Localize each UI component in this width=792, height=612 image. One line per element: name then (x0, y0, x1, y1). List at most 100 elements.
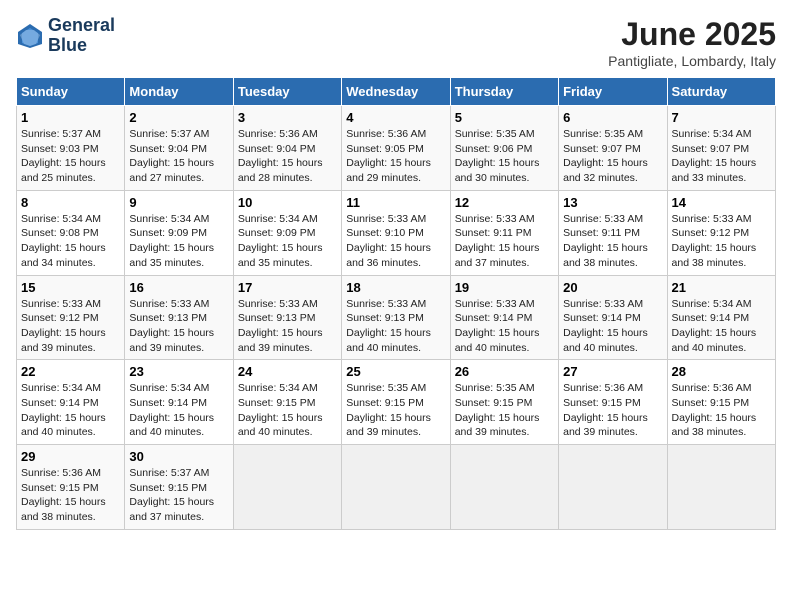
day-header-thursday: Thursday (450, 78, 558, 106)
calendar-cell: 1 Sunrise: 5:37 AMSunset: 9:03 PMDayligh… (17, 106, 125, 191)
cell-info: Sunrise: 5:33 AMSunset: 9:14 PMDaylight:… (563, 298, 648, 354)
cell-info: Sunrise: 5:33 AMSunset: 9:12 PMDaylight:… (672, 213, 757, 269)
calendar-cell: 6 Sunrise: 5:35 AMSunset: 9:07 PMDayligh… (559, 106, 667, 191)
day-header-monday: Monday (125, 78, 233, 106)
calendar-cell: 18 Sunrise: 5:33 AMSunset: 9:13 PMDaylig… (342, 275, 450, 360)
cell-info: Sunrise: 5:34 AMSunset: 9:09 PMDaylight:… (129, 213, 214, 269)
calendar-cell: 14 Sunrise: 5:33 AMSunset: 9:12 PMDaylig… (667, 190, 775, 275)
day-number: 27 (563, 364, 662, 379)
calendar-cell: 23 Sunrise: 5:34 AMSunset: 9:14 PMDaylig… (125, 360, 233, 445)
day-number: 20 (563, 280, 662, 295)
cell-info: Sunrise: 5:36 AMSunset: 9:04 PMDaylight:… (238, 128, 323, 184)
calendar-cell: 29 Sunrise: 5:36 AMSunset: 9:15 PMDaylig… (17, 445, 125, 530)
calendar-cell: 22 Sunrise: 5:34 AMSunset: 9:14 PMDaylig… (17, 360, 125, 445)
day-number: 15 (21, 280, 120, 295)
calendar-cell: 20 Sunrise: 5:33 AMSunset: 9:14 PMDaylig… (559, 275, 667, 360)
cell-info: Sunrise: 5:33 AMSunset: 9:10 PMDaylight:… (346, 213, 431, 269)
cell-info: Sunrise: 5:34 AMSunset: 9:07 PMDaylight:… (672, 128, 757, 184)
cell-info: Sunrise: 5:37 AMSunset: 9:04 PMDaylight:… (129, 128, 214, 184)
calendar-cell: 5 Sunrise: 5:35 AMSunset: 9:06 PMDayligh… (450, 106, 558, 191)
day-number: 5 (455, 110, 554, 125)
logo-text: General Blue (48, 16, 115, 56)
day-number: 26 (455, 364, 554, 379)
day-number: 16 (129, 280, 228, 295)
day-header-saturday: Saturday (667, 78, 775, 106)
calendar-cell: 13 Sunrise: 5:33 AMSunset: 9:11 PMDaylig… (559, 190, 667, 275)
cell-info: Sunrise: 5:33 AMSunset: 9:13 PMDaylight:… (346, 298, 431, 354)
day-number: 6 (563, 110, 662, 125)
title-area: June 2025 Pantigliate, Lombardy, Italy (608, 16, 776, 69)
cell-info: Sunrise: 5:34 AMSunset: 9:15 PMDaylight:… (238, 382, 323, 438)
cell-info: Sunrise: 5:35 AMSunset: 9:15 PMDaylight:… (346, 382, 431, 438)
cell-info: Sunrise: 5:35 AMSunset: 9:15 PMDaylight:… (455, 382, 540, 438)
day-number: 30 (129, 449, 228, 464)
cell-info: Sunrise: 5:34 AMSunset: 9:14 PMDaylight:… (129, 382, 214, 438)
calendar-cell: 10 Sunrise: 5:34 AMSunset: 9:09 PMDaylig… (233, 190, 341, 275)
calendar-cell: 7 Sunrise: 5:34 AMSunset: 9:07 PMDayligh… (667, 106, 775, 191)
day-number: 13 (563, 195, 662, 210)
cell-info: Sunrise: 5:34 AMSunset: 9:08 PMDaylight:… (21, 213, 106, 269)
day-number: 7 (672, 110, 771, 125)
calendar-cell (559, 445, 667, 530)
calendar-cell: 21 Sunrise: 5:34 AMSunset: 9:14 PMDaylig… (667, 275, 775, 360)
cell-info: Sunrise: 5:37 AMSunset: 9:03 PMDaylight:… (21, 128, 106, 184)
calendar-cell: 28 Sunrise: 5:36 AMSunset: 9:15 PMDaylig… (667, 360, 775, 445)
cell-info: Sunrise: 5:33 AMSunset: 9:14 PMDaylight:… (455, 298, 540, 354)
day-header-wednesday: Wednesday (342, 78, 450, 106)
calendar-cell: 16 Sunrise: 5:33 AMSunset: 9:13 PMDaylig… (125, 275, 233, 360)
logo: General Blue (16, 16, 115, 56)
calendar-cell: 24 Sunrise: 5:34 AMSunset: 9:15 PMDaylig… (233, 360, 341, 445)
cell-info: Sunrise: 5:35 AMSunset: 9:06 PMDaylight:… (455, 128, 540, 184)
day-number: 28 (672, 364, 771, 379)
calendar-table: SundayMondayTuesdayWednesdayThursdayFrid… (16, 77, 776, 530)
cell-info: Sunrise: 5:33 AMSunset: 9:13 PMDaylight:… (238, 298, 323, 354)
day-number: 9 (129, 195, 228, 210)
calendar-cell: 4 Sunrise: 5:36 AMSunset: 9:05 PMDayligh… (342, 106, 450, 191)
calendar-cell: 17 Sunrise: 5:33 AMSunset: 9:13 PMDaylig… (233, 275, 341, 360)
day-number: 24 (238, 364, 337, 379)
day-header-tuesday: Tuesday (233, 78, 341, 106)
calendar-cell (342, 445, 450, 530)
calendar-cell: 2 Sunrise: 5:37 AMSunset: 9:04 PMDayligh… (125, 106, 233, 191)
calendar-cell (667, 445, 775, 530)
day-number: 8 (21, 195, 120, 210)
day-number: 4 (346, 110, 445, 125)
day-number: 18 (346, 280, 445, 295)
logo-icon (16, 22, 44, 50)
day-number: 22 (21, 364, 120, 379)
cell-info: Sunrise: 5:34 AMSunset: 9:14 PMDaylight:… (21, 382, 106, 438)
calendar-cell: 30 Sunrise: 5:37 AMSunset: 9:15 PMDaylig… (125, 445, 233, 530)
cell-info: Sunrise: 5:34 AMSunset: 9:09 PMDaylight:… (238, 213, 323, 269)
cell-info: Sunrise: 5:33 AMSunset: 9:13 PMDaylight:… (129, 298, 214, 354)
day-number: 17 (238, 280, 337, 295)
calendar-cell: 15 Sunrise: 5:33 AMSunset: 9:12 PMDaylig… (17, 275, 125, 360)
calendar-cell: 9 Sunrise: 5:34 AMSunset: 9:09 PMDayligh… (125, 190, 233, 275)
calendar-cell (233, 445, 341, 530)
cell-info: Sunrise: 5:36 AMSunset: 9:15 PMDaylight:… (21, 467, 106, 523)
cell-info: Sunrise: 5:33 AMSunset: 9:12 PMDaylight:… (21, 298, 106, 354)
day-number: 1 (21, 110, 120, 125)
calendar-cell: 11 Sunrise: 5:33 AMSunset: 9:10 PMDaylig… (342, 190, 450, 275)
day-number: 23 (129, 364, 228, 379)
cell-info: Sunrise: 5:36 AMSunset: 9:15 PMDaylight:… (563, 382, 648, 438)
day-number: 29 (21, 449, 120, 464)
day-number: 21 (672, 280, 771, 295)
day-number: 3 (238, 110, 337, 125)
calendar-cell: 27 Sunrise: 5:36 AMSunset: 9:15 PMDaylig… (559, 360, 667, 445)
day-number: 10 (238, 195, 337, 210)
calendar-cell: 19 Sunrise: 5:33 AMSunset: 9:14 PMDaylig… (450, 275, 558, 360)
cell-info: Sunrise: 5:34 AMSunset: 9:14 PMDaylight:… (672, 298, 757, 354)
page-header: General Blue June 2025 Pantigliate, Lomb… (16, 16, 776, 69)
calendar-cell: 25 Sunrise: 5:35 AMSunset: 9:15 PMDaylig… (342, 360, 450, 445)
calendar-cell: 3 Sunrise: 5:36 AMSunset: 9:04 PMDayligh… (233, 106, 341, 191)
day-number: 11 (346, 195, 445, 210)
day-number: 2 (129, 110, 228, 125)
cell-info: Sunrise: 5:33 AMSunset: 9:11 PMDaylight:… (455, 213, 540, 269)
month-title: June 2025 (608, 16, 776, 53)
calendar-cell: 12 Sunrise: 5:33 AMSunset: 9:11 PMDaylig… (450, 190, 558, 275)
day-number: 19 (455, 280, 554, 295)
day-header-sunday: Sunday (17, 78, 125, 106)
day-number: 14 (672, 195, 771, 210)
cell-info: Sunrise: 5:36 AMSunset: 9:05 PMDaylight:… (346, 128, 431, 184)
day-header-friday: Friday (559, 78, 667, 106)
